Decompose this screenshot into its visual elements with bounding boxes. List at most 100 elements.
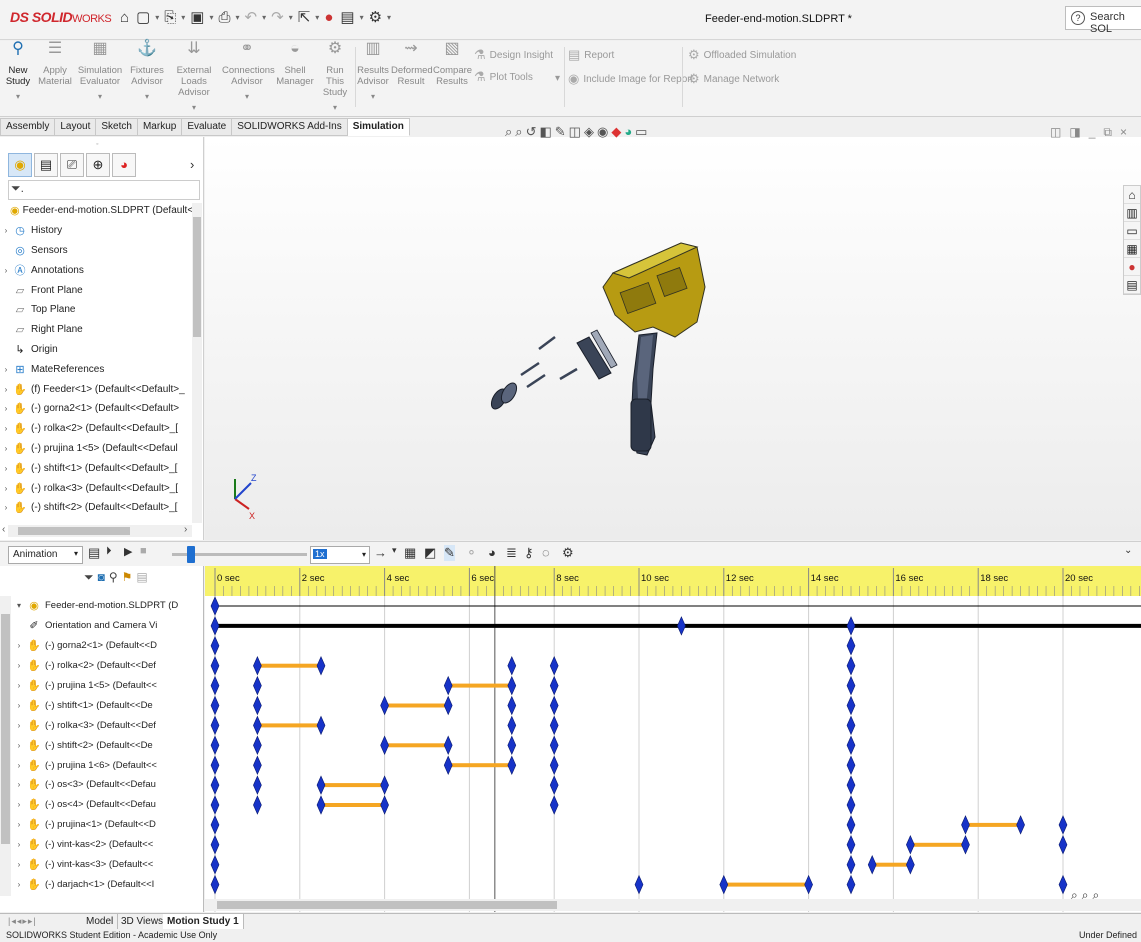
motion-tree-row[interactable]: › ✋ (-) os<4> (Default<<Defau (12, 795, 202, 815)
expand-arrow-icon[interactable]: › (0, 444, 12, 453)
chevron-down-icon[interactable]: ▾ (555, 73, 560, 84)
tree-item[interactable]: ▱ Right Plane (0, 320, 192, 340)
tab-solidworks-addins[interactable]: SOLIDWORKS Add-Ins (232, 118, 348, 136)
chevron-down-icon[interactable]: ▾ (236, 13, 240, 22)
chevron-down-icon[interactable]: ▾ (360, 13, 364, 22)
display-manager-icon[interactable]: ◕ (112, 153, 136, 177)
tree-item[interactable]: › ✋ (-) rolka<2> (Default<<Default>_[ (0, 419, 192, 439)
motion-tree-row[interactable]: ✐ Orientation and Camera Vi (12, 616, 202, 636)
connections-advisor-button[interactable]: ⚭ Connections Advisor ▾ (222, 41, 275, 102)
chevron-down-icon[interactable]: ▾ (387, 13, 391, 22)
configuration-manager-icon[interactable]: ⎚ (60, 153, 84, 177)
motion-tree-row[interactable]: › ✋ (-) os<3> (Default<<Defau (12, 775, 202, 795)
chevron-down-icon[interactable]: ▾ (209, 13, 213, 22)
graphics-viewport[interactable]: ⌕ ⌕ ↺ ◧ ✎ ◫ ◈ ◉ ◆ ◕ ▭ ◫ ◨ _ ⧉ × ⌂ ▥ ▭ ▦ … (205, 124, 1141, 540)
tree-vertical-scrollbar[interactable] (192, 203, 202, 523)
feature-manager-icon[interactable]: ◉ (8, 153, 32, 177)
save-animation-icon[interactable]: ▦ (404, 545, 416, 561)
tree-item[interactable]: › ◷ History (0, 221, 192, 241)
expand-arrow-icon[interactable]: › (12, 741, 26, 750)
playback-slider-handle[interactable] (187, 546, 195, 563)
external-loads-advisor-button[interactable]: ⇊ External Loads Advisor ▾ (168, 41, 220, 113)
tree-item[interactable]: ◎ Sensors (0, 241, 192, 261)
chevron-down-icon[interactable]: ▾ (181, 13, 185, 22)
simulation-evaluator-button[interactable]: ▦ Simulation Evaluator ▾ (76, 41, 124, 102)
motion-tree-vertical-scrollbar[interactable] (0, 596, 11, 896)
new-document-icon[interactable]: ▢ (134, 8, 152, 26)
expand-arrow-icon[interactable]: › (12, 661, 26, 670)
tab-motion-study-1[interactable]: Motion Study 1 (163, 914, 244, 929)
chevron-down-icon[interactable]: ▾ (168, 102, 220, 113)
tab-model[interactable]: Model (82, 914, 119, 929)
options-gear-icon[interactable]: ⚙ (367, 8, 384, 26)
motion-timeline[interactable]: 0 sec 2 sec 4 sec 6 sec 8 sec 10 sec 12 sec 14 … (205, 566, 1141, 912)
scrollbar-thumb[interactable] (217, 901, 557, 909)
motion-study-properties-icon[interactable]: ⚙ (562, 545, 574, 561)
expand-arrow-icon[interactable]: › (12, 800, 26, 809)
chevron-left-icon[interactable]: ‹ (2, 524, 5, 535)
home-icon[interactable]: ⌂ (118, 9, 131, 26)
report-button[interactable]: ▤ Report (568, 47, 614, 63)
rebuild-icon[interactable]: ● (322, 9, 335, 26)
search-input[interactable]: ? Search SOL (1065, 6, 1141, 35)
tab-simulation[interactable]: Simulation (347, 118, 410, 136)
filter-selected-icon[interactable]: ⚑ (122, 570, 133, 585)
collapse-motion-manager-icon[interactable]: ⌄ (1124, 545, 1132, 556)
expand-arrow-icon[interactable]: › (0, 464, 12, 473)
motor-icon[interactable]: ◕ (488, 545, 496, 560)
manage-network-button[interactable]: ⚙ Manage Network (688, 71, 779, 87)
expand-arrow-icon[interactable]: › (12, 761, 26, 770)
tree-root[interactable]: ◉ Feeder-end-motion.SLDPRT (Default< ^ (0, 201, 192, 221)
expand-arrow-icon[interactable]: › (12, 860, 26, 869)
open-folder-icon[interactable]: ⎘ (162, 9, 178, 26)
chevron-down-icon[interactable]: ▾ (318, 102, 352, 113)
offloaded-simulation-button[interactable]: ⚙ Offloaded Simulation (688, 47, 796, 63)
motion-tree-row[interactable]: › ✋ (-) darjach<1> (Default<<I (12, 874, 202, 894)
expand-arrow-icon[interactable]: › (0, 424, 12, 433)
timeline-canvas[interactable]: 0 sec 2 sec 4 sec 6 sec 8 sec 10 sec 12 sec 14 … (205, 566, 1141, 912)
scrollbar-thumb[interactable] (193, 217, 201, 337)
chevron-down-icon[interactable]: ▾ (155, 13, 159, 22)
stop-icon[interactable]: ■ (140, 545, 147, 557)
play-icon[interactable]: ▶ (124, 545, 132, 558)
tab-markup[interactable]: Markup (137, 118, 183, 136)
new-study-button[interactable]: ⚲ New Study ▾ (2, 41, 34, 102)
motion-tree-row[interactable]: › ✋ (-) vint-kas<3> (Default<< (12, 855, 202, 875)
chevron-right-icon[interactable]: › (184, 524, 187, 535)
expand-arrow-icon[interactable]: › (0, 503, 12, 512)
scrollbar-thumb[interactable] (1, 614, 10, 844)
chevron-down-icon[interactable]: ▾ (12, 601, 26, 610)
add-key-icon[interactable]: ⚬ (466, 545, 477, 561)
expand-arrow-icon[interactable]: › (0, 266, 12, 275)
tab-sketch[interactable]: Sketch (96, 118, 138, 136)
tree-item[interactable]: ▱ Front Plane (0, 280, 192, 300)
chevron-down-icon[interactable]: ▾ (289, 13, 293, 22)
chevron-down-icon[interactable]: ▾ (356, 91, 390, 102)
expand-arrow-icon[interactable]: › (12, 880, 26, 889)
deformed-result-button[interactable]: ⇝ Deformed Result (391, 41, 433, 88)
scrollbar-thumb[interactable] (18, 527, 130, 535)
spring-icon[interactable]: ≣ (506, 545, 517, 561)
design-insight-button[interactable]: ⚗ Design Insight (474, 47, 553, 63)
motion-tree-row[interactable]: › ✋ (-) gorna2<1> (Default<<D (12, 636, 202, 656)
contact-icon[interactable]: ◌ (542, 545, 550, 560)
expand-arrow-icon[interactable]: › (0, 385, 12, 394)
tree-horizontal-scrollbar[interactable]: ‹ › (2, 524, 192, 537)
tree-item[interactable]: › ⊞ MateReferences (0, 359, 192, 379)
plot-tools-button[interactable]: ⚗ Plot Tools (474, 69, 533, 85)
redo-icon[interactable]: ↷ (269, 8, 286, 26)
expand-arrow-icon[interactable]: › (12, 701, 26, 710)
motion-tree-row[interactable]: › ✋ (-) shtift<1> (Default<<De (12, 695, 202, 715)
tree-item[interactable]: › ✋ (f) Feeder<1> (Default<<Default>_ (0, 379, 192, 399)
timeline-horizontal-scrollbar[interactable] (205, 899, 1141, 911)
playback-speed-select[interactable]: 1x ▾ (310, 546, 370, 564)
exploded-assembly-model[interactable]: X Z (205, 137, 1141, 540)
expand-arrow-icon[interactable]: › (0, 226, 12, 235)
select-pointer-icon[interactable]: ⇱ (296, 8, 313, 26)
expand-arrow-icon[interactable]: › (12, 820, 26, 829)
tab-layout[interactable]: Layout (55, 118, 97, 136)
tree-item[interactable]: › ✋ (-) shtift<2> (Default<<Default>_[ (0, 498, 192, 518)
chevron-down-icon[interactable]: ▾ (222, 91, 272, 102)
expand-arrow-icon[interactable]: › (12, 780, 26, 789)
tab-assembly[interactable]: Assembly (0, 118, 56, 136)
